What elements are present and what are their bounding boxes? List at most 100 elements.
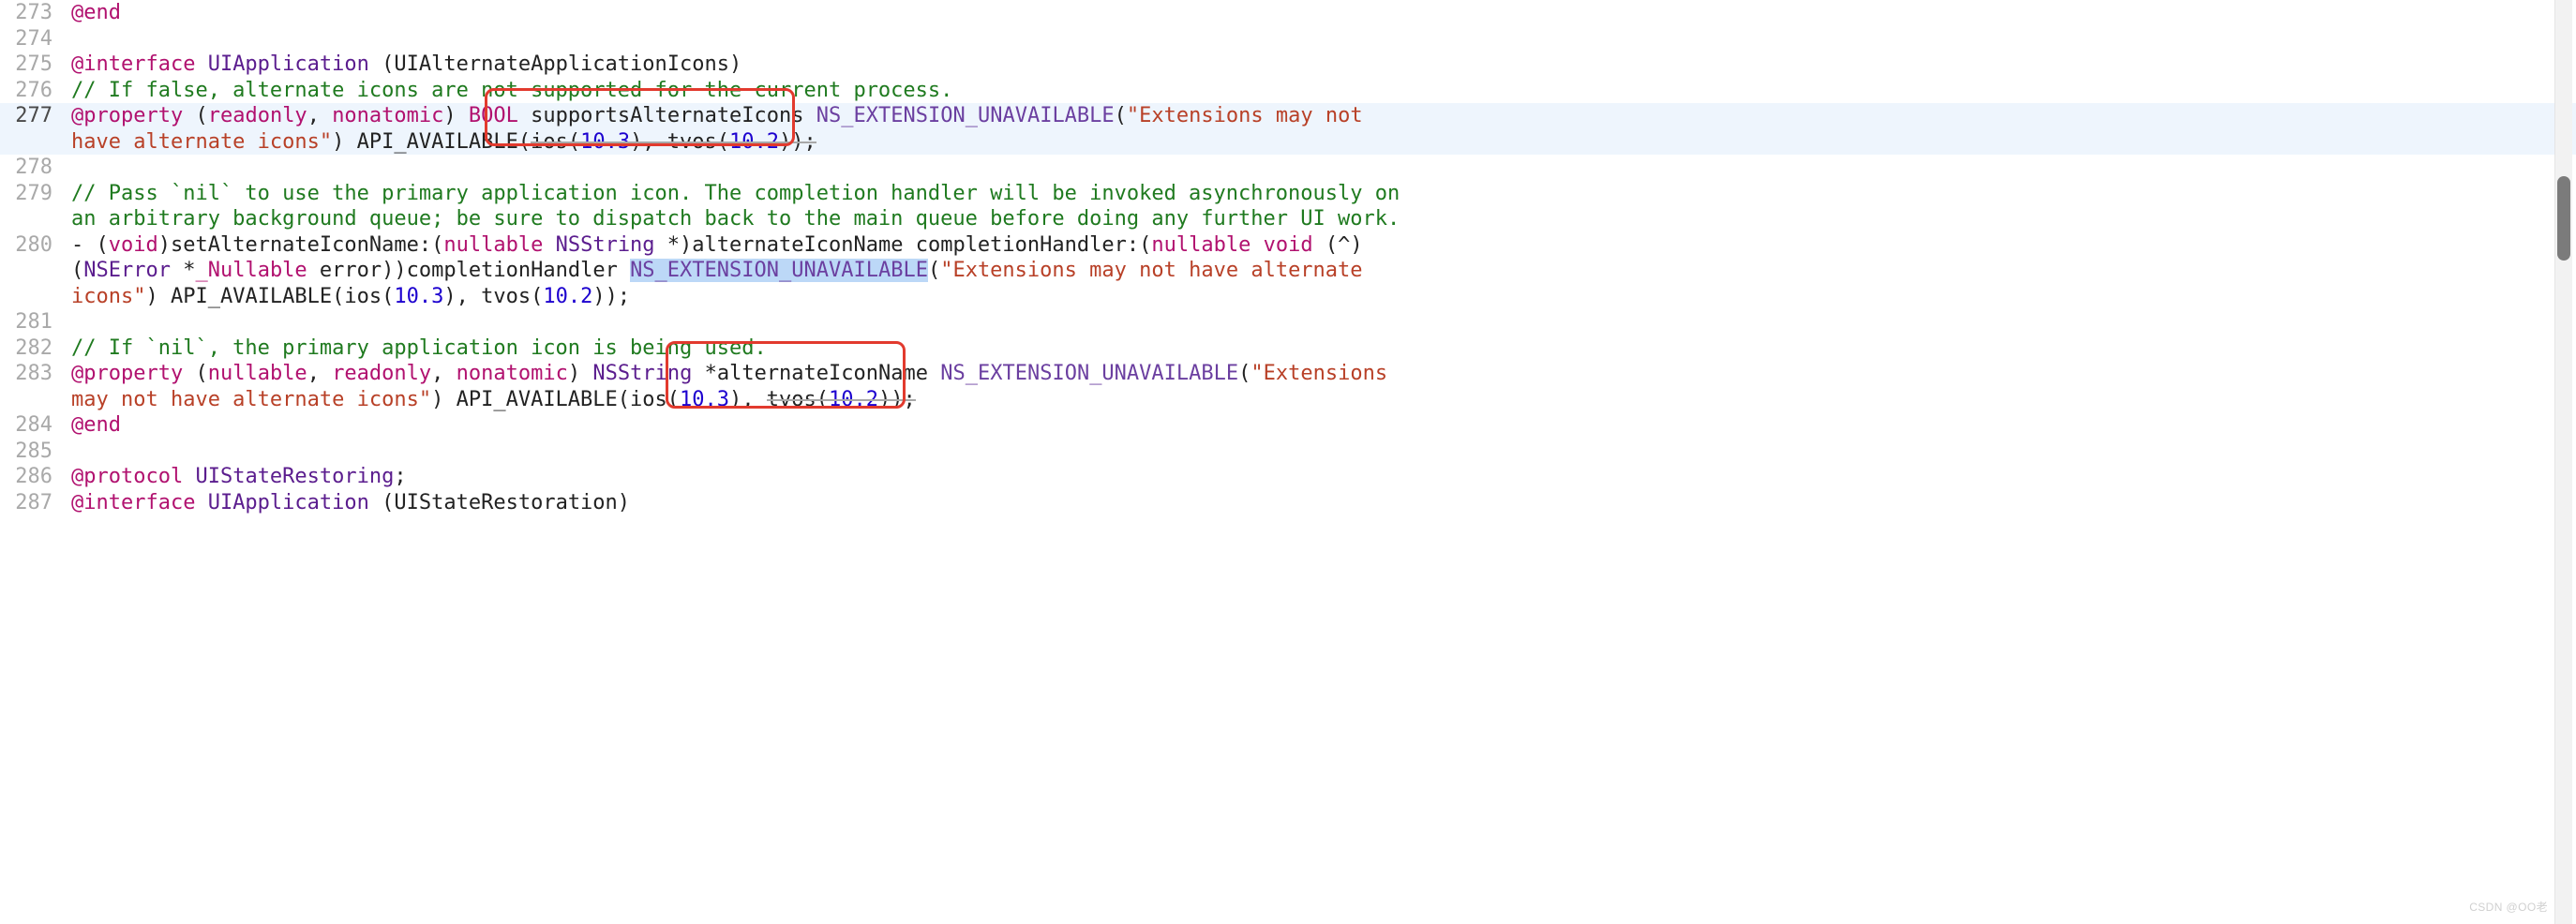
token-keyword: nonatomic [332, 104, 443, 127]
token-plain: ), [729, 388, 767, 411]
token-number: 10.2 [543, 285, 592, 308]
token-number: 10.3 [680, 388, 729, 411]
code-editor-viewport: 273 @end 274 275 @interface UIApplicatio… [0, 0, 2576, 924]
token-class: NSError [83, 259, 171, 282]
token-keyword: @end [71, 1, 121, 24]
token-plain: (UIStateRestoration) [369, 491, 630, 514]
code-line[interactable]: 285 [0, 439, 2576, 465]
token-type: BOOL [469, 104, 518, 127]
token-class: NSString [592, 362, 692, 385]
token-plain: ), tvos( [630, 130, 729, 154]
code-area: 273 @end 274 275 @interface UIApplicatio… [0, 0, 2576, 515]
token-keyword: @end [71, 413, 121, 437]
code-line[interactable]: 278 [0, 155, 2576, 181]
token-plain: )); [878, 388, 916, 411]
token-selection: NS_EXTENSION_UNAVAILABLE [630, 259, 928, 282]
token-identifier: supportsAlternateIcons [518, 104, 816, 127]
code-line[interactable]: 287 @interface UIApplication (UIStateRes… [0, 490, 2576, 516]
code-line-highlighted[interactable]: 277 @property (readonly, nonatomic) BOOL… [0, 103, 2576, 155]
token-keyword: nullable [208, 362, 307, 385]
token-plain: ) API_AVAILABLE(ios( [431, 388, 680, 411]
line-number: 279 [0, 181, 66, 207]
token-keyword: @protocol [71, 465, 183, 488]
token-keyword: @interface [71, 52, 195, 76]
token-plain: ) [443, 104, 469, 127]
code-line[interactable]: 281 [0, 309, 2576, 335]
token-deprecated: tvos( [767, 388, 829, 411]
token-plain: ( [1115, 104, 1127, 127]
token-keyword: readonly [208, 104, 307, 127]
code-line[interactable]: 283 @property (nullable, readonly, nonat… [0, 361, 2576, 412]
token-plain: error))completionHandler [307, 259, 630, 282]
token-number: 10.3 [394, 285, 443, 308]
scrollbar-track[interactable] [2554, 0, 2572, 924]
code-line[interactable]: 274 [0, 26, 2576, 52]
token-plain: ( [183, 362, 208, 385]
token-comment: // Pass `nil` to use the primary applica… [71, 182, 1412, 231]
token-keyword: @interface [71, 491, 195, 514]
line-number: 275 [0, 52, 66, 78]
token-macro: NS_EXTENSION_UNAVAILABLE [816, 104, 1115, 127]
line-number: 274 [0, 26, 66, 52]
code-line[interactable]: 273 @end [0, 0, 2576, 26]
line-number: 273 [0, 0, 66, 26]
token-keyword: @property [71, 362, 183, 385]
code-line[interactable]: 276 // If false, alternate icons are not… [0, 78, 2576, 104]
token-plain: ), tvos( [443, 285, 543, 308]
code-line[interactable]: 279 // Pass `nil` to use the primary app… [0, 181, 2576, 232]
line-number: 284 [0, 412, 66, 439]
token-plain: , [307, 104, 333, 127]
token-plain: ; [394, 465, 406, 488]
token-keyword: nullable [1151, 233, 1251, 257]
line-number: 282 [0, 335, 66, 362]
token-class: NSString [543, 233, 654, 257]
token-plain: , [431, 362, 457, 385]
token-type: void [109, 233, 158, 257]
token-number: 10.3 [580, 130, 630, 154]
token-plain: )setAlternateIconName:( [158, 233, 444, 257]
token-keyword: @property [71, 104, 183, 127]
token-plain: *)alternateIconName completionHandler:( [655, 233, 1152, 257]
token-macro: NS_EXTENSION_UNAVAILABLE [940, 362, 1238, 385]
token-deprecated: ios( [531, 130, 580, 154]
token-plain: , [307, 362, 333, 385]
code-line[interactable]: 282 // If `nil`, the primary application… [0, 335, 2576, 362]
scrollbar-thumb[interactable] [2557, 176, 2570, 261]
line-number: 287 [0, 490, 66, 516]
line-number: 277 [0, 103, 66, 129]
token-identifier: *alternateIconName [692, 362, 940, 385]
token-keyword: nonatomic [457, 362, 568, 385]
token-number: 10.2 [829, 388, 878, 411]
token-comment: // If false, alternate icons are not sup… [71, 79, 952, 102]
token-keyword: nullable [443, 233, 543, 257]
token-plain: ( [183, 104, 208, 127]
token-plain: ( [928, 259, 940, 282]
token-plain: )); [779, 130, 816, 154]
token-plain: ) [568, 362, 593, 385]
code-line[interactable]: 275 @interface UIApplication (UIAlternat… [0, 52, 2576, 78]
code-line[interactable]: 280 - (void)setAlternateIconName:(nullab… [0, 232, 2576, 310]
token-class: UIStateRestoring [183, 465, 394, 488]
token-plain: - ( [71, 233, 109, 257]
token-number: 10.2 [729, 130, 779, 154]
line-number: 278 [0, 155, 66, 181]
token-keyword: _Nullable [195, 259, 307, 282]
token-class: UIApplication [195, 52, 368, 76]
token-plain: ) API_AVAILABLE(ios( [145, 285, 394, 308]
token-class: UIApplication [195, 491, 368, 514]
token-keyword: readonly [332, 362, 431, 385]
token-plain: * [171, 259, 196, 282]
line-number: 286 [0, 464, 66, 490]
code-line[interactable]: 284 @end [0, 412, 2576, 439]
token-plain: (UIAlternateApplicationIcons) [369, 52, 741, 76]
token-type: void [1251, 233, 1312, 257]
line-number: 285 [0, 439, 66, 465]
token-plain: ( [1238, 362, 1251, 385]
watermark-text: CSDN @OO老 [2469, 901, 2548, 915]
token-comment: // If `nil`, the primary application ico… [71, 336, 767, 360]
line-number: 283 [0, 361, 66, 387]
code-line[interactable]: 286 @protocol UIStateRestoring; [0, 464, 2576, 490]
token-plain: )); [592, 285, 630, 308]
token-macro: API_AVAILABLE( [357, 130, 531, 154]
token-plain: ) [332, 130, 357, 154]
